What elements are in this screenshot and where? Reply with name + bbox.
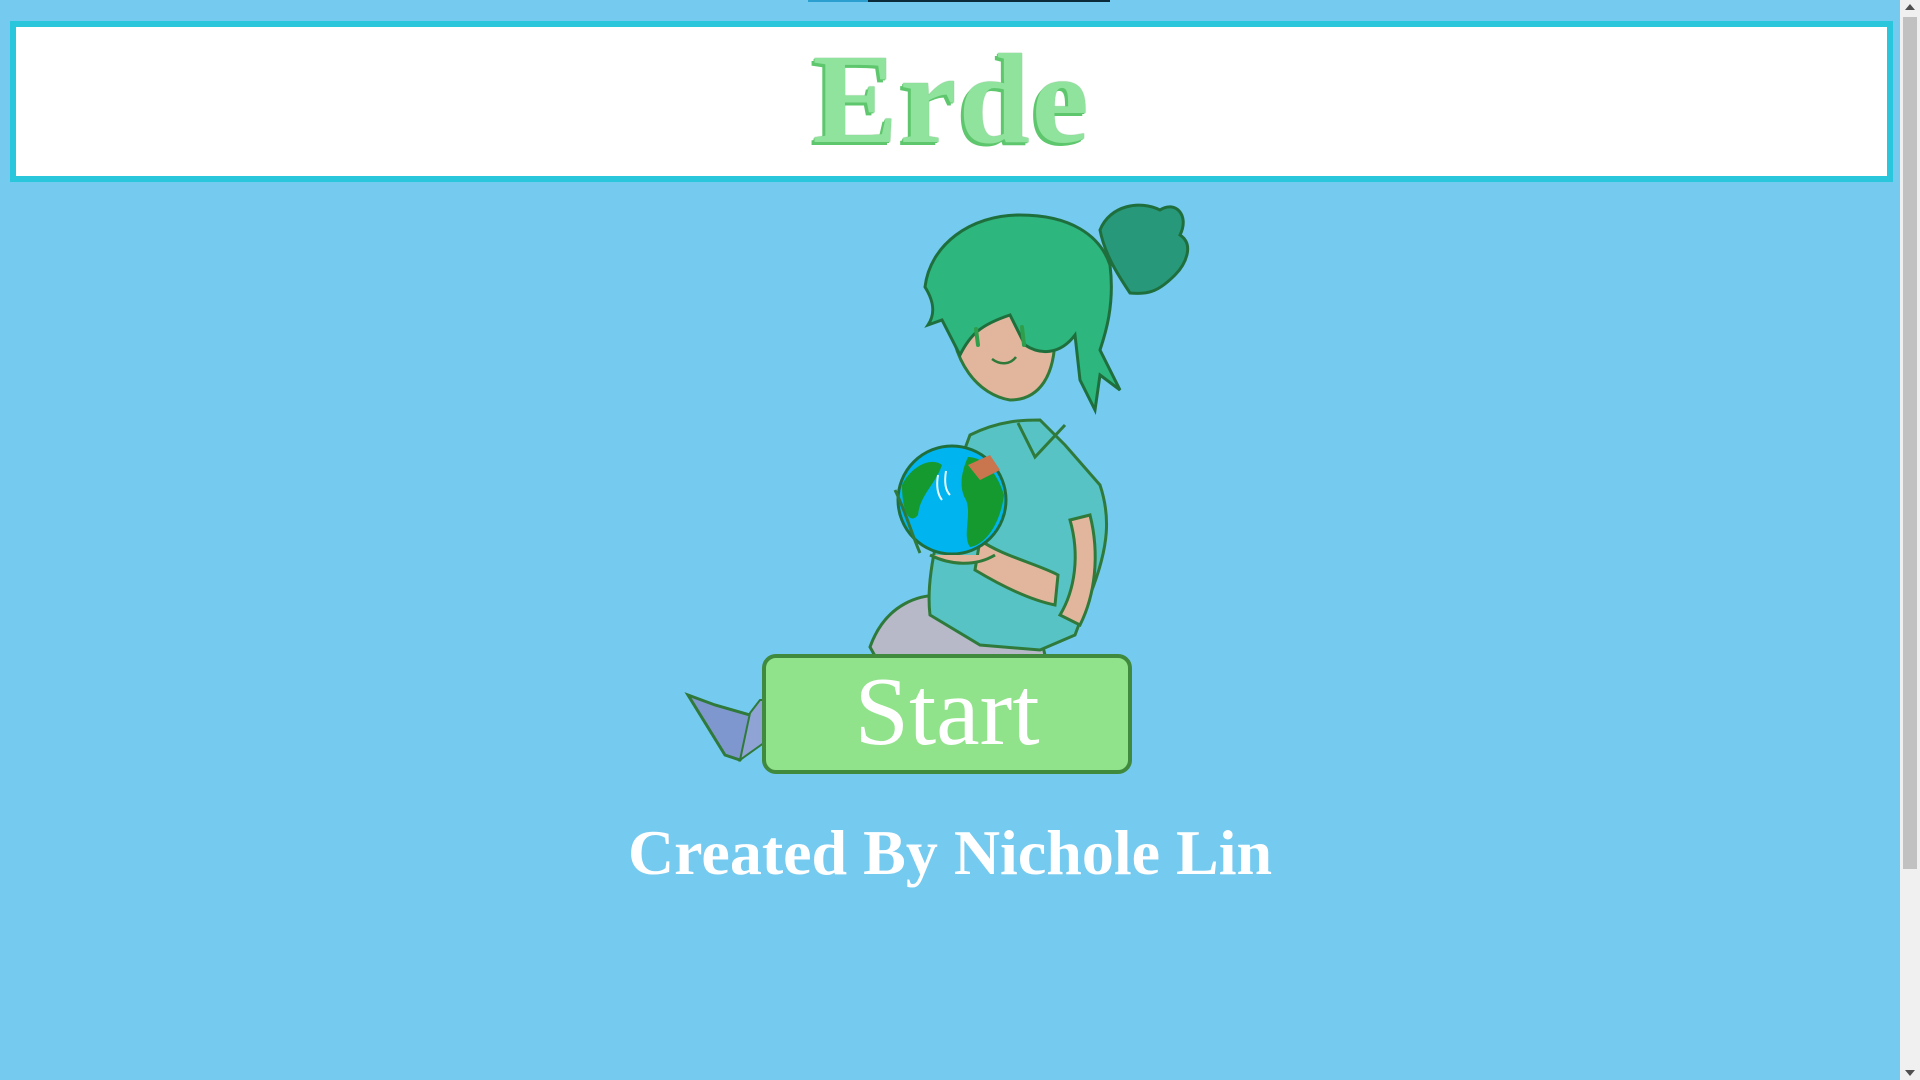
game-title: Erde (812, 27, 1091, 170)
start-button-label: Start (854, 658, 1040, 766)
top-edge-strip (808, 0, 1110, 2)
credit-text: Created By Nichole Lin (627, 817, 1273, 888)
left-eye (974, 327, 980, 347)
vertical-scrollbar[interactable] (1900, 0, 1920, 1080)
right-eye (1020, 325, 1026, 347)
ponytail-shape (1098, 203, 1190, 295)
top-strip-segment-b (868, 0, 1110, 2)
scroll-thumb[interactable] (1903, 17, 1917, 869)
top-strip-segment-a (808, 0, 868, 2)
scroll-down-arrow-icon[interactable] (1905, 1070, 1915, 1076)
title-banner: Erde (10, 21, 1893, 182)
scroll-up-arrow-icon[interactable] (1905, 4, 1915, 10)
start-button[interactable]: Start (762, 654, 1132, 774)
game-screen: Erde Start Created By Nichole Lin (0, 0, 1900, 1080)
